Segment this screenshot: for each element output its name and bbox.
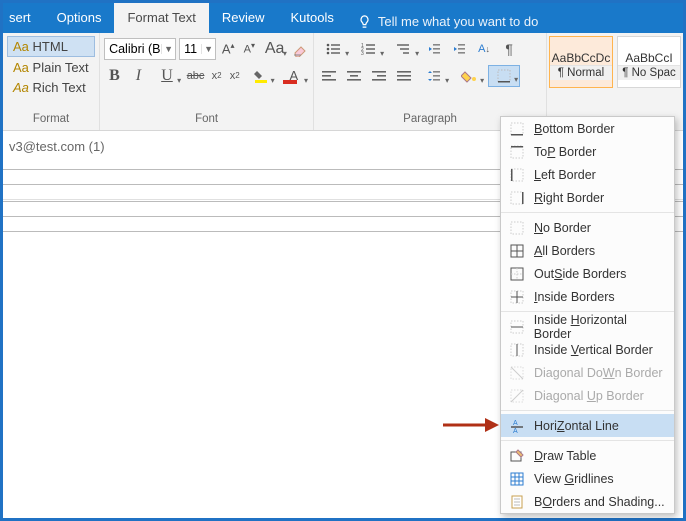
multilevel-icon (396, 42, 412, 56)
bullets-button[interactable]: ▾ (318, 38, 350, 60)
indent-button[interactable] (448, 38, 470, 60)
menu-draw-table[interactable]: Draw Table (501, 444, 674, 467)
menu-inside-borders[interactable]: Inside Borders (501, 285, 674, 308)
numbering-icon: 123 (361, 42, 377, 56)
underline-button[interactable]: U▾ (152, 65, 182, 87)
group-format: Aa HTML Aa Plain Text Aa Rich Text Forma… (3, 33, 100, 130)
style-no-spacing[interactable]: AaBbCcI ¶ No Spac (617, 36, 681, 88)
menu-horizontal-line[interactable]: AAHoriZontal Line (501, 414, 674, 437)
shading-button[interactable]: ▾ (453, 65, 485, 87)
menu-borders-shading[interactable]: BOrders and Shading... (501, 490, 674, 513)
format-richtext-button[interactable]: Aa Rich Text (7, 77, 95, 97)
tell-me[interactable]: Tell me what you want to do (347, 3, 538, 33)
indent-icon (452, 42, 466, 56)
clear-formatting-button[interactable] (291, 38, 309, 60)
tab-format-text[interactable]: Format Text (114, 3, 208, 33)
superscript-button[interactable]: x2 (227, 65, 242, 87)
shrink-font-button[interactable]: A▾ (240, 38, 258, 60)
font-color-button[interactable]: A▾ (279, 65, 309, 87)
menu-top-border[interactable]: ToP Border (501, 140, 674, 163)
justify-icon (397, 70, 411, 82)
group-format-label: Format (3, 113, 99, 130)
menu-no-border[interactable]: No Border (501, 216, 674, 239)
font-size-combo[interactable]: 11▼ (179, 38, 216, 60)
svg-text:3: 3 (361, 51, 364, 56)
style-preview: AaBbCcI (625, 45, 672, 65)
group-font-label: Font (100, 113, 313, 130)
tab-review[interactable]: Review (209, 3, 278, 33)
align-left-icon (322, 70, 336, 82)
grow-font-button[interactable]: A▴ (219, 38, 237, 60)
tab-options[interactable]: Options (44, 3, 115, 33)
svg-text:A: A (513, 420, 518, 427)
style-normal[interactable]: AaBbCcDc ¶ Normal (549, 36, 613, 88)
outdent-button[interactable] (423, 38, 445, 60)
bold-button[interactable]: B (104, 65, 125, 87)
menu-diagonal-down: Diagonal DoWn Border (501, 361, 674, 384)
format-html-button[interactable]: Aa HTML (7, 36, 95, 57)
svg-text:A: A (513, 428, 518, 433)
lightbulb-icon (357, 14, 372, 29)
align-right-button[interactable] (368, 65, 390, 87)
style-name: ¶ Normal (550, 65, 612, 80)
menu-right-border[interactable]: Right Border (501, 186, 674, 209)
menu-view-gridlines[interactable]: View Gridlines (501, 467, 674, 490)
borders-dropdown-menu: Bottom Border ToP Border Left Border Rig… (500, 116, 675, 514)
borders-icon (497, 69, 511, 83)
tab-insert[interactable]: sert (3, 3, 44, 33)
menu-inside-vertical[interactable]: Inside Vertical Border (501, 338, 674, 361)
style-name: ¶ No Spac (618, 65, 680, 80)
style-preview: AaBbCcDc (552, 45, 611, 65)
highlight-icon (254, 69, 268, 83)
tell-me-label: Tell me what you want to do (378, 14, 538, 29)
bullets-icon (326, 42, 342, 56)
menu-outside-borders[interactable]: OutSide Borders (501, 262, 674, 285)
italic-button[interactable]: I (128, 65, 149, 87)
bucket-icon (461, 69, 477, 83)
group-font: Calibri (B▼ 11▼ A▴ A▾ Aa▾ B I U▾ abc x2 … (100, 33, 314, 130)
color-bar-icon (283, 80, 297, 84)
numbering-button[interactable]: 123▾ (353, 38, 385, 60)
align-center-button[interactable] (343, 65, 365, 87)
ribbon-tabs: sert Options Format Text Review Kutools … (3, 3, 683, 33)
strike-button[interactable]: abc (185, 65, 206, 87)
change-case-button[interactable]: Aa▾ (261, 38, 287, 60)
font-name-combo[interactable]: Calibri (B▼ (104, 38, 176, 60)
align-center-icon (347, 70, 361, 82)
align-right-icon (372, 70, 386, 82)
menu-all-borders[interactable]: All Borders (501, 239, 674, 262)
borders-button[interactable]: ▾ (488, 65, 520, 87)
highlight-button[interactable]: ▾ (245, 65, 275, 87)
line-spacing-button[interactable]: ▾ (418, 65, 450, 87)
subscript-button[interactable]: x2 (209, 65, 224, 87)
align-left-button[interactable] (318, 65, 340, 87)
pilcrow-button[interactable]: ¶ (498, 38, 520, 60)
menu-bottom-border[interactable]: Bottom Border (501, 117, 674, 140)
tab-kutools[interactable]: Kutools (278, 3, 347, 33)
menu-inside-horizontal[interactable]: Inside Horizontal Border (501, 315, 674, 338)
line-spacing-icon (427, 69, 441, 83)
menu-left-border[interactable]: Left Border (501, 163, 674, 186)
multilevel-button[interactable]: ▾ (388, 38, 420, 60)
menu-diagonal-up: Diagonal Up Border (501, 384, 674, 407)
sort-button[interactable]: A↓ (473, 38, 495, 60)
outdent-icon (427, 42, 441, 56)
justify-button[interactable] (393, 65, 415, 87)
format-plaintext-button[interactable]: Aa Plain Text (7, 57, 95, 77)
callout-arrow-icon (441, 415, 501, 435)
eraser-icon (292, 41, 308, 57)
